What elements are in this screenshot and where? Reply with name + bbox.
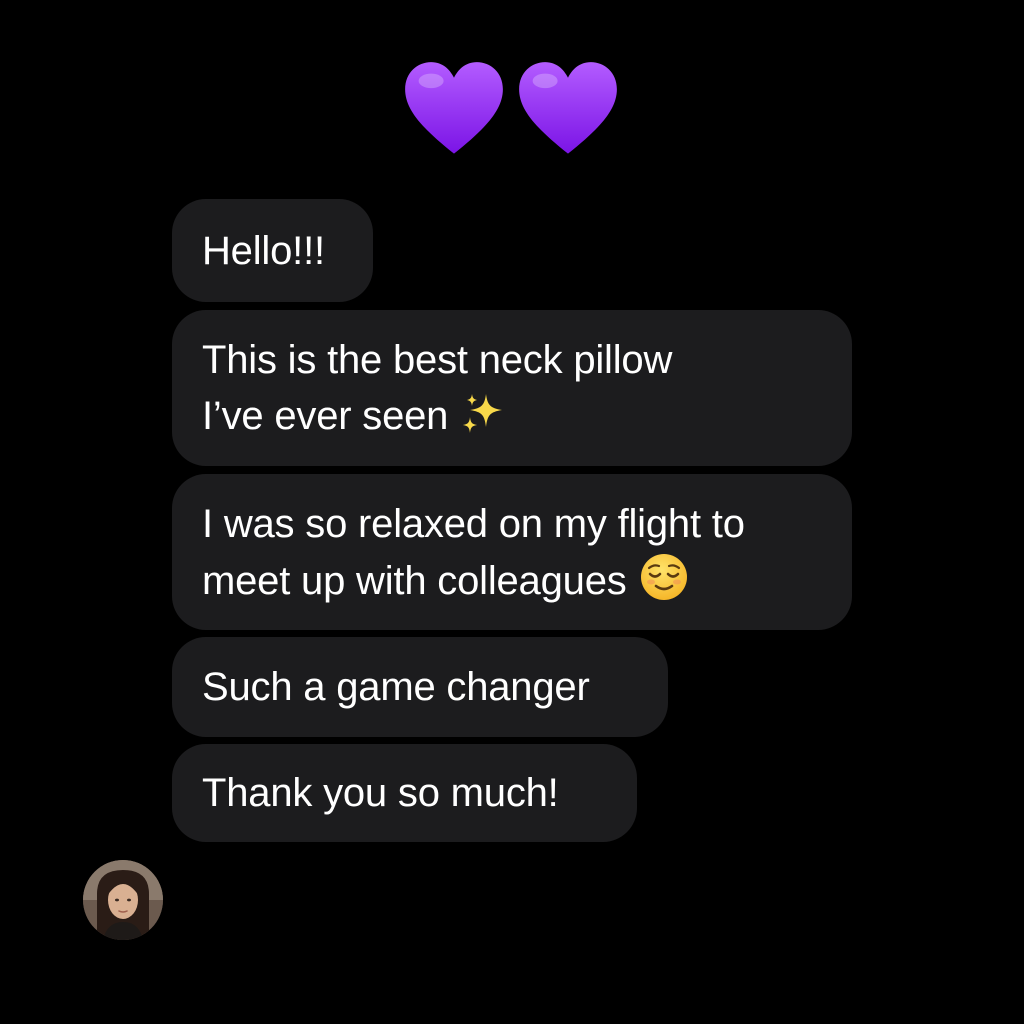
- message-bubble[interactable]: This is the best neck pillow I’ve ever s…: [172, 310, 852, 466]
- message-text: I was so relaxed on my flight to: [202, 501, 745, 546]
- message-bubble[interactable]: Such a game changer: [172, 637, 668, 737]
- message-text: Hello!!!: [202, 228, 325, 273]
- message-text: Thank you so much!: [202, 771, 559, 815]
- avatar-photo: [83, 860, 163, 940]
- message-bubble[interactable]: Hello!!!: [172, 199, 373, 302]
- message-text-line: I’ve ever seen: [202, 388, 672, 444]
- message-bubble[interactable]: Thank you so much!: [172, 744, 637, 842]
- message-text: meet up with colleagues: [202, 558, 627, 603]
- message-text: I’ve ever seen: [202, 394, 449, 438]
- sparkles-icon: [463, 394, 503, 433]
- message-text-line: meet up with colleagues: [202, 552, 745, 609]
- relieved-face-icon: [640, 553, 687, 600]
- avatar[interactable]: [83, 860, 163, 940]
- reaction-hearts: [402, 58, 624, 162]
- purple-heart-icon: [405, 62, 503, 154]
- purple-heart-icon: [519, 62, 617, 154]
- message-text: Such a game changer: [202, 665, 590, 709]
- message-text: This is the best neck pillow: [202, 338, 673, 382]
- message-bubble[interactable]: I was so relaxed on my flight to meet up…: [172, 474, 852, 630]
